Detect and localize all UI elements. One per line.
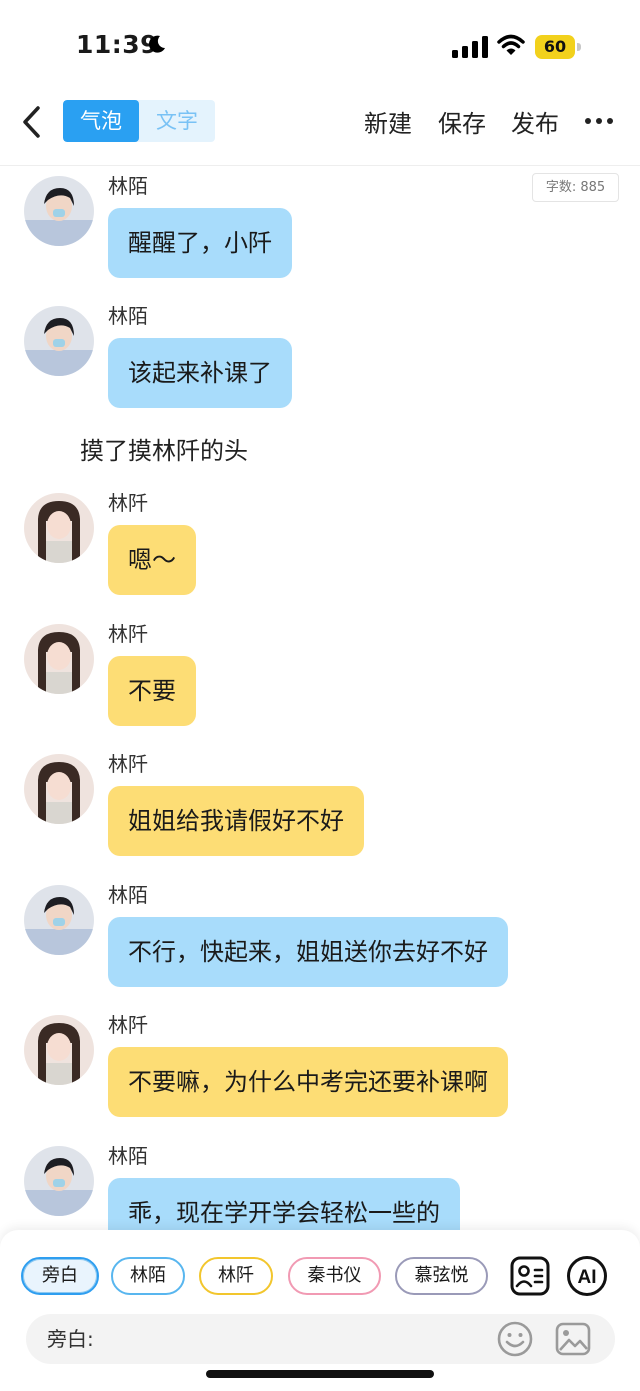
avatar-lin-mo[interactable] <box>24 306 94 376</box>
tab-bubble[interactable]: 气泡 <box>63 100 139 142</box>
message-bubble[interactable]: 嗯～ <box>108 525 196 595</box>
save-button[interactable]: 保存 <box>438 104 486 139</box>
avatar-lin-qian[interactable] <box>24 1015 94 1085</box>
speaker-name: 林阡 <box>108 752 148 776</box>
battery-level: 60 <box>543 37 567 56</box>
speaker-name: 林陌 <box>108 304 148 328</box>
ai-icon: AI <box>567 1256 607 1296</box>
ai-button[interactable]: AI <box>566 1255 608 1297</box>
message-row: 林阡 嗯～ <box>0 487 640 599</box>
message-row: 林陌 该起来补课了 <box>0 300 640 412</box>
nav-bar: 气泡 文字 新建 保存 发布 <box>0 92 640 166</box>
emoji-icon[interactable] <box>496 1320 534 1358</box>
word-count-badge: 字数: 885 <box>532 173 619 202</box>
tab-text[interactable]: 文字 <box>139 100 215 142</box>
battery-indicator: 60 <box>535 35 581 59</box>
message-row: 林陌 不行，快起来，姐姐送你去好不好 <box>0 879 640 991</box>
battery-cap <box>577 43 581 51</box>
publish-button[interactable]: 发布 <box>511 104 559 139</box>
status-time: 11:39 <box>76 30 159 59</box>
message-bubble[interactable]: 醒醒了，小阡 <box>108 208 292 278</box>
speaker-name: 林陌 <box>108 174 148 198</box>
message-bubble[interactable]: 不要 <box>108 656 196 726</box>
message-bubble[interactable]: 乖，现在学开学会轻松一些的 <box>108 1178 460 1230</box>
message-row: 林阡 姐姐给我请假好不好 <box>0 748 640 860</box>
avatar-lin-qian[interactable] <box>24 754 94 824</box>
role-chip-qin-shuyi[interactable]: 秦书仪 <box>288 1257 381 1295</box>
input-role-label: 旁白: <box>47 1327 94 1351</box>
avatar-lin-mo[interactable] <box>24 885 94 955</box>
mode-toggle: 气泡 文字 <box>63 100 215 142</box>
bottom-panel: 旁白 林陌 林阡 秦书仪 慕弦悦 AI 旁白: <box>0 1230 640 1391</box>
message-bubble[interactable]: 姐姐给我请假好不好 <box>108 786 364 856</box>
message-bubble[interactable]: 不要嘛，为什么中考完还要补课啊 <box>108 1047 508 1117</box>
message-row: 林阡 不要 <box>0 618 640 730</box>
moon-icon <box>148 35 165 53</box>
speaker-name: 林阡 <box>108 491 148 515</box>
message-bubble[interactable]: 不行，快起来，姐姐送你去好不好 <box>108 917 508 987</box>
wifi-icon <box>497 34 525 55</box>
role-chip-mu-xianyue[interactable]: 慕弦悦 <box>395 1257 488 1295</box>
speaker-name: 林阡 <box>108 1013 148 1037</box>
avatar-lin-mo[interactable] <box>24 1146 94 1216</box>
new-button[interactable]: 新建 <box>364 104 412 139</box>
avatar-lin-qian[interactable] <box>24 624 94 694</box>
home-indicator <box>206 1370 434 1378</box>
status-bar: 11:39 60 <box>0 0 640 92</box>
message-bubble[interactable]: 该起来补课了 <box>108 338 292 408</box>
back-arrow-icon[interactable] <box>18 104 48 140</box>
speaker-name: 林陌 <box>108 1144 148 1168</box>
role-chip-narrator[interactable]: 旁白 <box>21 1257 99 1295</box>
input-bar: 旁白: <box>26 1314 615 1364</box>
message-row: 林陌 乖，现在学开学会轻松一些的 <box>0 1140 640 1230</box>
image-icon[interactable] <box>554 1320 592 1358</box>
role-chip-lin-mo[interactable]: 林陌 <box>111 1257 185 1295</box>
narration-text[interactable]: 摸了摸林阡的头 <box>80 431 248 466</box>
cellular-signal-icon <box>452 36 488 58</box>
character-card-icon[interactable] <box>509 1255 551 1297</box>
message-row: 林阡 不要嘛，为什么中考完还要补课啊 <box>0 1009 640 1121</box>
chat-area[interactable]: 林陌 醒醒了，小阡 林陌 该起来补课了 摸了摸林阡的头 林阡 嗯～ 林阡 不要 … <box>0 166 640 1230</box>
speaker-name: 林阡 <box>108 622 148 646</box>
avatar-lin-mo[interactable] <box>24 176 94 246</box>
message-input[interactable] <box>110 1322 490 1356</box>
ai-label: AI <box>578 1267 597 1288</box>
role-chip-lin-qian[interactable]: 林阡 <box>199 1257 273 1295</box>
avatar-lin-qian[interactable] <box>24 493 94 563</box>
speaker-name: 林陌 <box>108 883 148 907</box>
more-options-icon[interactable] <box>584 106 614 136</box>
